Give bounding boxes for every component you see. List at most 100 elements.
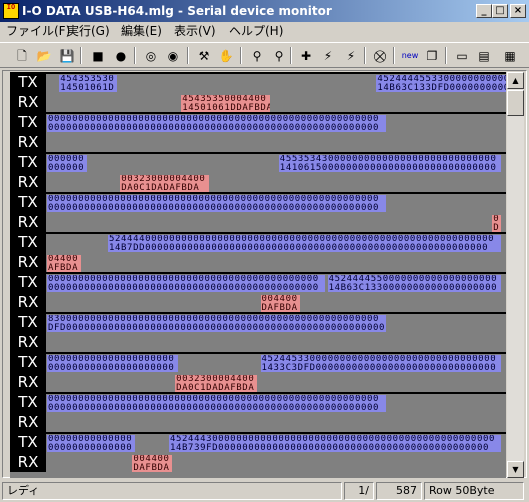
save-button[interactable]: 💾 — [57, 46, 77, 65]
close-button[interactable]: × — [510, 4, 526, 18]
hex-low-nibbles: D — [493, 222, 500, 232]
tx-label: TX — [10, 432, 46, 452]
rx-label: RX — [10, 412, 46, 432]
tx-row: TX00000000000000000000000000000000000000… — [10, 392, 506, 412]
record-button[interactable]: ● — [111, 46, 131, 65]
tx-label: TX — [10, 152, 46, 172]
tx-row: TX 454353530 14501061D 45244445533000000000… — [10, 72, 506, 92]
status-position: 1/ — [344, 482, 374, 500]
toolbar: 🗋 📂 💾 ■ ● ◎ ◉ ⚒ ✋ ⚲ ⚲ ✚ ⚡ ⚡ ⛒ new ❐ ▭ ▤ ▦ — [0, 42, 529, 68]
rx-row: RX 45435350004400 14501061DDAFBDA — [10, 92, 506, 112]
monitor-eye-button[interactable]: ◉ — [163, 46, 183, 65]
tx-data-block[interactable]: 5244440000000000000000000000000000000000… — [108, 235, 502, 252]
tx-data-block[interactable]: 4524443000000000000000000000000000000000… — [169, 435, 502, 452]
row-divider — [46, 112, 506, 114]
rx-data-block[interactable]: 04400 AFBDA — [47, 255, 81, 272]
data-view[interactable]: TX 454353530 14501061D 45244445533000000000… — [10, 72, 506, 478]
settings-tools-icon: ⚒ — [198, 48, 210, 63]
row-divider — [46, 232, 506, 234]
rx-row: RX — [10, 132, 506, 152]
new-file-button[interactable]: 🗋 — [12, 46, 32, 65]
rx-data-block[interactable]: 00323000004400 DA0C1DADAFBDA — [120, 175, 209, 192]
tx-row: TX 83000000000000000000000000000000000000… — [10, 312, 506, 332]
settings-tools-button[interactable]: ⚒ — [194, 46, 214, 65]
tx-data-block[interactable]: 0000000000000000000000000000000000000000… — [47, 115, 386, 132]
capture-button[interactable]: ◎ — [141, 46, 161, 65]
add-device-icon: ✚ — [300, 48, 312, 63]
menu-file[interactable]: ファイル(F) — [6, 24, 70, 39]
tx-label: TX — [10, 112, 46, 132]
app-icon[interactable]: IO — [3, 3, 19, 19]
hex-low-nibbles: 14B63C133DFD0000000000000000000000000000… — [377, 82, 506, 92]
disconnect-button[interactable]: ⚡ — [341, 46, 361, 65]
stop-button[interactable]: ■ — [88, 46, 108, 65]
rx-row: RX 04400 AFBDA — [10, 252, 506, 272]
tx-data-block[interactable]: 0000000000000000000000000000000000000000… — [47, 395, 386, 412]
scroll-up-button[interactable]: ▲ — [507, 72, 524, 89]
connect-button[interactable]: ⚡ — [318, 46, 338, 65]
stop-icon: ■ — [92, 48, 104, 63]
hex-low-nibbles: 14B63C1330000000000000000000 — [328, 282, 498, 292]
tx-data-block[interactable]: 452445330000000000000000000000000000000 1… — [260, 355, 502, 372]
hex-low-nibbles: 14501061DDAFBDA — [182, 102, 270, 112]
tx-data-block[interactable]: 4524444550000000000000000000 14B63C133000… — [327, 275, 502, 292]
add-device-button[interactable]: ✚ — [296, 46, 316, 65]
view-list-button[interactable]: ▦ — [500, 46, 520, 65]
tx-data-block[interactable]: 455353430000000000000000000000000000 1410… — [278, 155, 502, 172]
title-bar[interactable]: IO I-O DATA USB-H64.mlg - Serial device … — [0, 0, 529, 22]
hex-low-nibbles: 14B739FD00000000000000000000000000000000… — [170, 442, 489, 452]
rx-row: RX — [10, 412, 506, 432]
new-window-button[interactable]: new — [400, 46, 420, 65]
scroll-thumb[interactable] — [507, 90, 524, 116]
rx-data-block[interactable]: 0D — [492, 215, 502, 232]
cascade-windows-icon: ❐ — [426, 48, 438, 63]
minimize-button[interactable]: _ — [476, 4, 492, 18]
cascade-windows-button[interactable]: ❐ — [422, 46, 442, 65]
row-divider — [46, 352, 506, 354]
tx-data-block[interactable]: 0000000000000000000000000000000000000000… — [47, 195, 386, 212]
find-next-button[interactable]: ⚲ — [269, 46, 289, 65]
menu-run[interactable]: 実行(G) — [67, 24, 110, 39]
menu-help[interactable]: ヘルプ(H) — [229, 24, 283, 39]
tx-data-block[interactable]: 000000 000000 — [47, 155, 87, 172]
record-icon: ● — [115, 48, 127, 63]
tx-label: TX — [10, 352, 46, 372]
rx-data-block[interactable]: 45435350004400 14501061DDAFBDA — [181, 95, 270, 112]
tx-data-block[interactable]: 00000000000000 00000000000000 — [47, 435, 136, 452]
maximize-button[interactable]: □ — [492, 4, 508, 18]
scroll-down-button[interactable]: ▼ — [507, 461, 524, 478]
status-total: 587 — [376, 482, 422, 500]
toolbar-separator — [393, 47, 395, 64]
hex-low-nibbles: DAFBDA — [133, 462, 170, 472]
open-folder-button[interactable]: 📂 — [34, 46, 54, 65]
row-divider — [46, 72, 506, 74]
save-icon: 💾 — [59, 48, 75, 63]
vertical-scrollbar[interactable]: ▲ ▼ — [507, 72, 524, 478]
menu-view[interactable]: 表示(V) — [174, 24, 216, 39]
toolbar-separator — [445, 47, 447, 64]
status-ready: レディ — [2, 482, 342, 500]
export-button[interactable]: ⛒ — [370, 46, 390, 65]
toolbar-separator — [240, 47, 242, 64]
view-single-button[interactable]: ▭ — [452, 46, 472, 65]
rx-data-block[interactable]: 004400 DAFBDA — [132, 455, 172, 472]
hex-low-nibbles: DAFBDA — [261, 302, 298, 312]
tx-data-block[interactable]: 8300000000000000000000000000000000000000… — [47, 315, 386, 332]
tx-data-block[interactable]: 0000000000000000000000000000000000000000… — [47, 355, 179, 372]
rx-data-block[interactable]: 0032300004400 DA0C1DADAFBDA — [175, 375, 258, 392]
capture-icon: ◎ — [145, 48, 157, 63]
tx-label: TX — [10, 392, 46, 412]
open-folder-icon: 📂 — [36, 48, 52, 63]
menu-edit[interactable]: 編集(E) — [121, 24, 162, 39]
menu-bar: ファイル(F) 実行(G) 編集(E) 表示(V) ヘルプ(H) — [0, 22, 529, 41]
rx-row: RX — [10, 332, 506, 352]
find-binoculars-button[interactable]: ⚲ — [247, 46, 267, 65]
view-split-button[interactable]: ▤ — [474, 46, 494, 65]
hand-button[interactable]: ✋ — [216, 46, 236, 65]
tx-data-block[interactable]: 4524444553300000000000000000000000000000… — [376, 75, 506, 92]
rx-label: RX — [10, 332, 46, 352]
status-bar: レディ 1/ 587 Row 50Byte — [0, 480, 529, 502]
tx-data-block[interactable]: 0000000000000000000000000000000000000000… — [47, 275, 325, 292]
rx-data-block[interactable]: 004400 DAFBDA — [260, 295, 301, 312]
tx-data-block[interactable]: 454353530 14501061D — [59, 75, 118, 92]
